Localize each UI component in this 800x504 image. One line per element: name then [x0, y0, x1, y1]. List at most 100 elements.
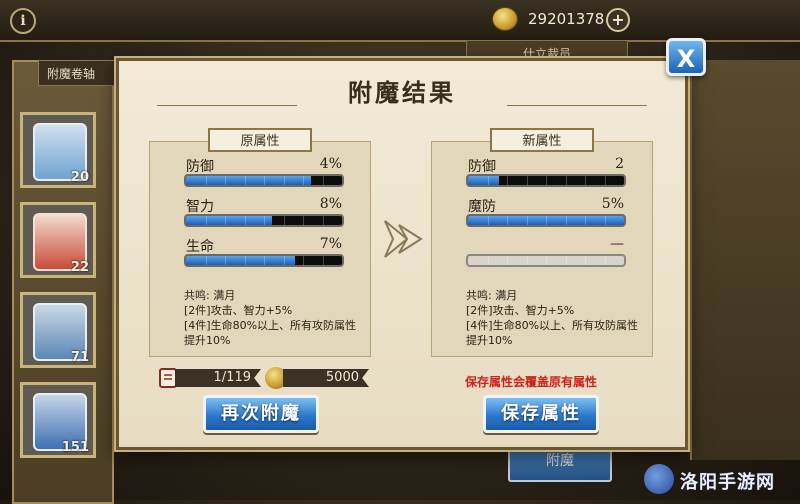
bar-segment-divider: [244, 176, 246, 185]
stat-bar: [466, 254, 626, 267]
stat-value: 5%: [601, 196, 624, 212]
tab-enchant-scrolls[interactable]: 附魔卷轴: [38, 60, 128, 86]
title-divider: [507, 105, 647, 106]
bar-segment-divider: [244, 256, 246, 265]
bar-segment-divider: [507, 176, 508, 185]
watermark-text: 洛阳手游网: [680, 472, 775, 493]
bar-segment-divider: [225, 216, 226, 225]
bar-segment-divider: [507, 256, 508, 265]
set-bonus-line: [4件]生命80%以上、所有攻防属性: [184, 319, 357, 332]
stat-value: 8%: [319, 196, 342, 212]
gold-amount: 29201378: [528, 10, 605, 28]
scroll-slot[interactable]: 22: [20, 202, 96, 278]
stat-bar: [184, 174, 344, 187]
scroll-slot[interactable]: 151: [20, 382, 96, 458]
gold-cost-value: 5000: [283, 369, 369, 387]
bar-segment-divider: [303, 256, 304, 265]
title-divider: [157, 105, 297, 106]
stat-name: 魔防: [468, 199, 496, 215]
bar-segment-divider: [487, 216, 489, 225]
stat-bar: [184, 214, 344, 227]
set-bonus-line: [2件]攻击、智力+5%: [184, 304, 293, 317]
bar-segment-divider: [526, 176, 528, 185]
bar-segment-divider: [303, 176, 304, 185]
bar-segment-divider: [225, 176, 226, 185]
bar-segment-divider: [565, 176, 567, 185]
scroll-slot[interactable]: 71: [20, 292, 96, 368]
bar-segment-divider: [283, 256, 285, 265]
stat-value: 7%: [319, 236, 342, 252]
stat-bar-fill: [186, 256, 296, 265]
stat-bar-fill: [186, 216, 272, 225]
add-gold-button[interactable]: +: [606, 8, 630, 32]
bar-segment-divider: [283, 176, 285, 185]
stat-value: —: [610, 236, 624, 252]
bar-segment-divider: [205, 256, 207, 265]
bar-segment-divider: [526, 216, 528, 225]
scroll-count: 22: [70, 260, 89, 275]
stat-row: 防御 4%: [150, 156, 372, 196]
bar-segment-divider: [585, 176, 586, 185]
bar-segment-divider: [604, 176, 606, 185]
dialog-title: 附魔结果: [348, 78, 456, 107]
info-button[interactable]: i: [10, 8, 36, 34]
save-attributes-button[interactable]: 保存属性: [483, 395, 599, 433]
bar-segment-divider: [585, 256, 586, 265]
bar-segment-divider: [322, 176, 324, 185]
bar-segment-divider: [264, 256, 265, 265]
stat-name: 生命: [186, 239, 214, 255]
original-attributes-header: 原属性: [208, 128, 312, 152]
stat-row: 防御 2: [432, 156, 654, 196]
bar-segment-divider: [604, 256, 606, 265]
set-bonus-line: 提升10%: [466, 334, 513, 347]
close-button[interactable]: X: [666, 38, 706, 76]
scroll-count: 71: [70, 350, 89, 365]
gold-counter: 29201378 +: [492, 6, 632, 32]
bar-segment-divider: [205, 216, 207, 225]
bar-segment-divider: [225, 256, 226, 265]
stat-bar: [466, 214, 626, 227]
bar-segment-divider: [244, 216, 246, 225]
enchant-button[interactable]: 附魔: [508, 448, 612, 482]
scroll-cost-value: 1/119: [175, 369, 261, 387]
watermark-logo-icon: [644, 464, 674, 494]
new-attributes-panel: 新属性 防御 2 魔防 5% — 共鸣: 满月 [2件]攻击、智力+5% [4件…: [431, 128, 654, 357]
watermark: 洛阳手游网: [640, 462, 800, 496]
stat-name: 智力: [186, 199, 214, 215]
set-bonus-description: 共鸣: 满月 [2件]攻击、智力+5% [4件]生命80%以上、所有攻防属性 提…: [184, 288, 364, 348]
stat-value: 2: [615, 156, 624, 172]
bar-segment-divider: [205, 176, 207, 185]
bar-segment-divider: [322, 256, 324, 265]
bar-segment-divider: [283, 216, 285, 225]
stat-row: 生命 7%: [150, 236, 372, 276]
bar-segment-divider: [303, 216, 304, 225]
stat-bar-fill: [468, 176, 500, 185]
bar-segment-divider: [604, 216, 606, 225]
bar-segment-divider: [264, 176, 265, 185]
bar-segment-divider: [546, 176, 547, 185]
new-attributes-header: 新属性: [490, 128, 594, 152]
bar-segment-divider: [546, 216, 547, 225]
set-bonus-line: [2件]攻击、智力+5%: [466, 304, 575, 317]
bar-segment-divider: [507, 216, 508, 225]
enchant-result-dialog: 附魔结果 原属性 防御 4% 智力 8% 生命 7% 共鸣: 满月 [2件]攻击…: [116, 58, 688, 450]
bar-segment-divider: [585, 216, 586, 225]
scroll-slot[interactable]: 20: [20, 112, 96, 188]
stat-row: 魔防 5%: [432, 196, 654, 236]
gold-coin-icon: [492, 7, 518, 31]
bar-segment-divider: [565, 216, 567, 225]
bar-segment-divider: [264, 216, 265, 225]
bar-segment-divider: [322, 216, 324, 225]
top-bar: i 29201378 +: [0, 0, 800, 42]
enchant-again-button[interactable]: 再次附魔: [203, 395, 319, 433]
overwrite-warning: 保存属性会覆盖原有属性: [465, 375, 598, 389]
arrow-right-icon: [384, 220, 423, 258]
gold-cost: 5000: [265, 367, 375, 391]
stat-name: 防御: [186, 159, 214, 175]
set-bonus-description: 共鸣: 满月 [2件]攻击、智力+5% [4件]生命80%以上、所有攻防属性 提…: [466, 288, 646, 348]
set-bonus-line: 提升10%: [184, 334, 231, 347]
original-attributes-panel: 原属性 防御 4% 智力 8% 生命 7% 共鸣: 满月 [2件]攻击、智力+5…: [149, 128, 372, 357]
bar-segment-divider: [565, 256, 567, 265]
bar-segment-divider: [487, 176, 489, 185]
bar-segment-divider: [526, 256, 528, 265]
